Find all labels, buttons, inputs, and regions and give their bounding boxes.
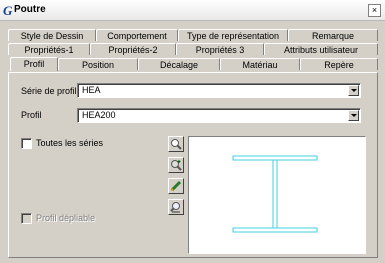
poutre-dialog: G Poutre × Style de Dessin Comportement … (0, 0, 385, 263)
tab-position[interactable]: Position (58, 58, 138, 70)
bottom-flange (232, 227, 318, 233)
tab-proprietes-2[interactable]: Propriétés-2 (90, 43, 176, 55)
tab-attributs-utilisateur[interactable]: Attributs utilisateur (264, 43, 378, 55)
zoom-button[interactable] (168, 136, 184, 152)
pencil-button[interactable] (168, 178, 184, 194)
pencil-icon (170, 180, 182, 192)
profil-select[interactable]: HEA200 (77, 108, 361, 123)
close-button[interactable]: × (368, 4, 381, 17)
tab-decalage[interactable]: Décalage (138, 58, 220, 70)
tab-profil[interactable]: Profil (10, 57, 58, 71)
toutes-series-checkbox[interactable] (21, 138, 32, 149)
profil-depliable-checkbox[interactable] (21, 213, 32, 224)
tab-repere[interactable]: Repère (300, 58, 378, 70)
zoom-in-icon (171, 160, 182, 171)
zoom-icon (171, 139, 182, 150)
zoom-in-button[interactable] (168, 157, 184, 173)
tab-proprietes-1[interactable]: Propriétés-1 (8, 43, 90, 55)
measure-button[interactable] (168, 199, 184, 215)
app-logo-icon: G (3, 3, 13, 18)
tab-type-de-representation[interactable]: Type de représentation (178, 29, 288, 41)
chevron-down-icon[interactable] (348, 85, 359, 96)
title-bar: G Poutre × (0, 0, 385, 21)
serie-label: Série de profil (21, 86, 77, 96)
hea-profile-drawing (232, 155, 318, 233)
serie-value: HEA (82, 85, 101, 95)
top-flange (232, 155, 318, 161)
tab-remarque[interactable]: Remarque (288, 29, 378, 41)
tab-comportement[interactable]: Comportement (96, 29, 178, 41)
tab-style-de-dessin[interactable]: Style de Dessin (8, 29, 96, 41)
chevron-down-icon[interactable] (348, 110, 359, 121)
profil-label: Profil (21, 110, 42, 120)
profile-preview (188, 136, 366, 254)
profil-depliable-label: Profil dépliable (36, 213, 96, 223)
web (272, 159, 278, 229)
tab-proprietes-3[interactable]: Propriétés 3 (176, 43, 264, 55)
tab-materiau[interactable]: Matériau (220, 58, 300, 70)
tab-row-3: Profil Position Décalage Matériau Repère (10, 57, 378, 71)
toutes-series-label: Toutes les séries (36, 138, 104, 148)
window-title: Poutre (14, 4, 46, 15)
profil-value: HEA200 (82, 110, 116, 120)
measure-icon (170, 202, 180, 213)
serie-select[interactable]: HEA (77, 83, 361, 98)
tab-row-1: Style de Dessin Comportement Type de rep… (8, 29, 378, 42)
tab-row-2: Propriétés-1 Propriétés-2 Propriétés 3 A… (8, 43, 378, 56)
